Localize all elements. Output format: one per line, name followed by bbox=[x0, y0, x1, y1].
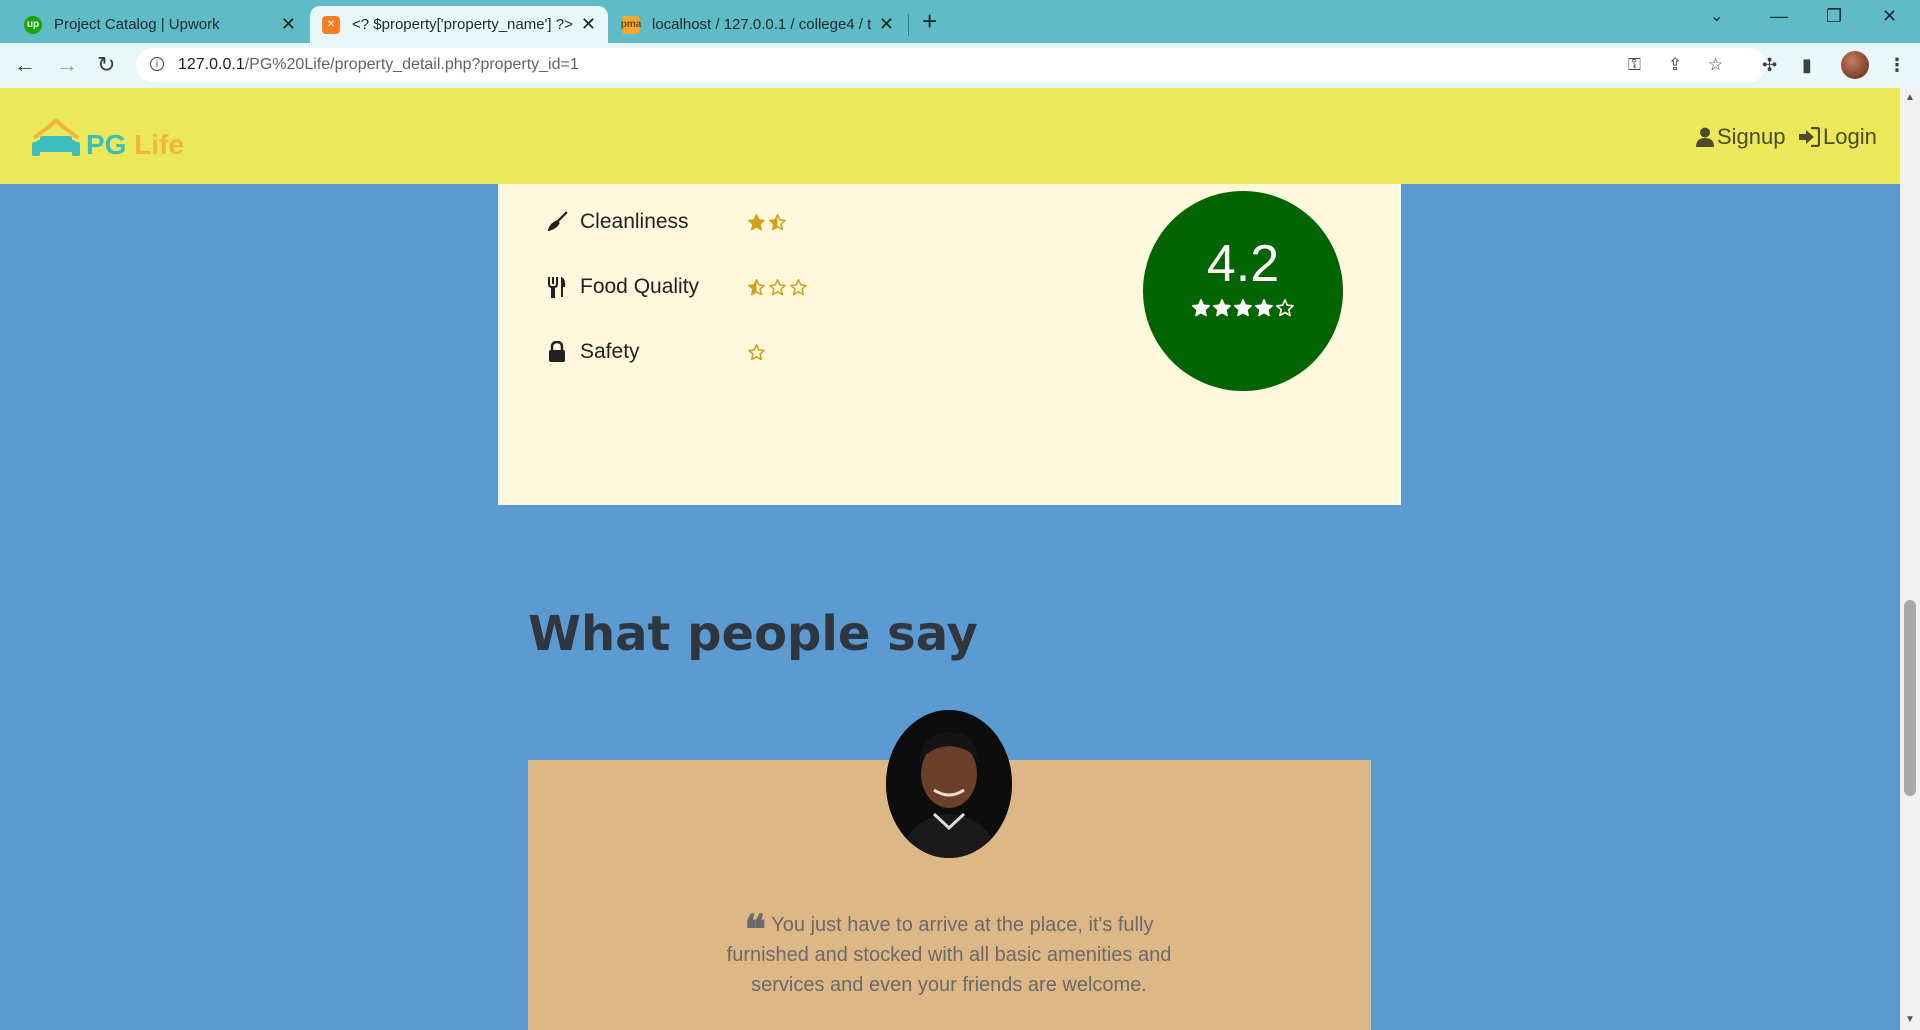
address-bar[interactable]: i 127.0.0.1/PG%20Life/property_detail.ph… bbox=[136, 48, 1766, 82]
close-tab-icon[interactable]: ✕ bbox=[581, 14, 596, 35]
testimonials-heading: What people say bbox=[528, 606, 978, 662]
logo-text: PG Life bbox=[86, 129, 185, 160]
login-label: Login bbox=[1823, 124, 1877, 149]
rating-card: Cleanliness Food Quality Safety 4.2 bbox=[498, 184, 1401, 505]
half-star-icon bbox=[748, 278, 765, 295]
testimonial-quote: ❝ You just have to arrive at the place, … bbox=[714, 910, 1184, 1000]
scroll-up-icon[interactable]: ▲ bbox=[1905, 92, 1915, 103]
back-button[interactable]: ← bbox=[14, 53, 36, 77]
minimize-button[interactable]: — bbox=[1770, 6, 1788, 27]
tab-property-detail[interactable]: ✕ <? $property['property_name'] ?> ✕ bbox=[310, 6, 608, 43]
site-info-icon[interactable]: i bbox=[150, 57, 164, 71]
full-star-icon bbox=[748, 213, 765, 230]
url-text[interactable]: 127.0.0.1/PG%20Life/property_detail.php?… bbox=[178, 56, 579, 74]
sign-in-icon bbox=[1799, 127, 1820, 147]
login-link[interactable]: Login bbox=[1798, 124, 1877, 150]
rating-stars bbox=[748, 278, 807, 296]
rating-stars bbox=[748, 343, 765, 361]
bookmark-star-icon[interactable]: ☆ bbox=[1708, 55, 1723, 75]
rating-label: Cleanliness bbox=[580, 210, 689, 233]
phpmyadmin-icon: pma bbox=[621, 15, 641, 34]
tab-title: localhost / 127.0.0.1 / college4 / t bbox=[652, 16, 871, 33]
menu-kebab-icon[interactable]: ⋮ bbox=[1888, 55, 1906, 76]
rating-row-food-quality: Food Quality bbox=[546, 275, 807, 299]
tab-phpmyadmin[interactable]: pma localhost / 127.0.0.1 / college4 / t… bbox=[610, 6, 906, 43]
house-sofa-icon bbox=[32, 119, 80, 156]
quote-body: You just have to arrive at the place, it… bbox=[726, 914, 1172, 996]
scroll-down-icon[interactable]: ▼ bbox=[1905, 1014, 1915, 1025]
profile-avatar[interactable] bbox=[1841, 51, 1869, 79]
url-path: /PG%20Life/property_detail.php?property_… bbox=[244, 56, 579, 73]
tab-search-icon[interactable]: ⌄ bbox=[1710, 6, 1723, 26]
side-panel-icon[interactable]: ▮ bbox=[1802, 55, 1812, 76]
full-star-icon bbox=[1213, 299, 1231, 317]
broom-icon bbox=[546, 211, 568, 233]
extensions-icon[interactable]: ✣ bbox=[1762, 55, 1777, 76]
xampp-icon: ✕ bbox=[322, 15, 340, 34]
browser-toolbar: ← → ↻ i 127.0.0.1/PG%20Life/property_det… bbox=[0, 43, 1920, 88]
half-star-icon bbox=[769, 213, 786, 230]
close-tab-icon[interactable]: ✕ bbox=[879, 14, 894, 35]
share-icon[interactable]: ⇪ bbox=[1668, 55, 1682, 75]
tab-upwork[interactable]: up Project Catalog | Upwork ✕ bbox=[12, 6, 308, 43]
close-window-button[interactable]: ✕ bbox=[1882, 6, 1897, 27]
page-viewport: PG Life Signup Login Cleanliness Food Qu… bbox=[0, 88, 1900, 1030]
site-header: PG Life Signup Login bbox=[0, 88, 1900, 184]
tab-title: <? $property['property_name'] ?> bbox=[352, 16, 573, 33]
key-icon[interactable]: ⚿ bbox=[1628, 55, 1641, 75]
utensils-icon bbox=[546, 276, 568, 298]
url-host: 127.0.0.1 bbox=[178, 56, 245, 73]
overall-rating-value: 4.2 bbox=[1206, 235, 1280, 293]
browser-tab-bar: up Project Catalog | Upwork ✕ ✕ <? $prop… bbox=[0, 0, 1920, 43]
empty-star-icon bbox=[790, 278, 807, 295]
rating-row-safety: Safety bbox=[546, 340, 765, 364]
tab-title: Project Catalog | Upwork bbox=[54, 16, 220, 33]
rating-stars bbox=[748, 213, 786, 231]
new-tab-button[interactable]: + bbox=[922, 8, 937, 34]
lock-icon bbox=[546, 341, 568, 363]
full-star-icon bbox=[1255, 299, 1273, 317]
signup-link[interactable]: Signup bbox=[1696, 124, 1786, 150]
scrollbar-thumb[interactable] bbox=[1904, 600, 1916, 796]
overall-rating-circle: 4.2 bbox=[1143, 191, 1343, 391]
tab-separator bbox=[908, 14, 909, 36]
restore-button[interactable]: ❐ bbox=[1826, 6, 1842, 27]
overall-rating-stars bbox=[1143, 299, 1343, 317]
empty-star-icon bbox=[1276, 299, 1294, 317]
site-logo[interactable]: PG Life bbox=[30, 118, 184, 160]
rating-row-cleanliness: Cleanliness bbox=[546, 210, 786, 234]
close-tab-icon[interactable]: ✕ bbox=[281, 14, 296, 35]
empty-star-icon bbox=[769, 278, 786, 295]
empty-star-icon bbox=[748, 343, 765, 360]
reload-button[interactable]: ↻ bbox=[97, 53, 115, 77]
rating-label: Food Quality bbox=[580, 275, 700, 298]
signup-label: Signup bbox=[1717, 124, 1786, 149]
testimonial-avatar bbox=[886, 710, 1012, 858]
upwork-icon: up bbox=[24, 15, 42, 34]
user-icon bbox=[1696, 127, 1714, 147]
forward-button[interactable]: → bbox=[56, 53, 78, 77]
page-scrollbar[interactable]: ▲ ▼ bbox=[1900, 88, 1920, 1030]
full-star-icon bbox=[1234, 299, 1252, 317]
rating-label: Safety bbox=[580, 340, 640, 363]
full-star-icon bbox=[1192, 299, 1210, 317]
